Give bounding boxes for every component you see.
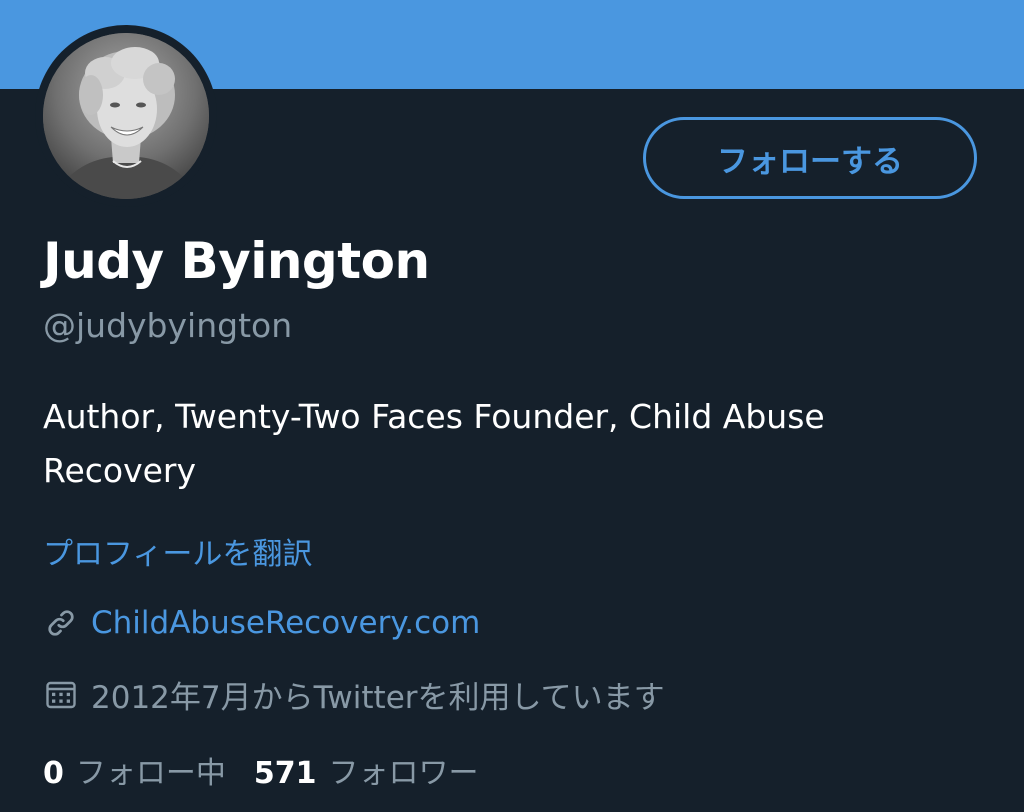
follow-button[interactable]: フォローする — [643, 117, 977, 199]
avatar-portrait — [43, 33, 209, 199]
following-label: フォロー中 — [75, 756, 226, 791]
avatar[interactable] — [43, 33, 209, 199]
profile-bio: Author, Twenty-Two Faces Founder, Child … — [43, 397, 825, 490]
following-count: 0 — [43, 756, 64, 791]
followers-count: 571 — [253, 756, 317, 791]
calendar-icon — [43, 677, 79, 713]
follow-stats: 0 フォロー中 571 フォロワー — [43, 748, 479, 792]
joined-date: 2012年7月からTwitterを利用しています — [91, 680, 665, 716]
profile-handle: @judybyington — [43, 306, 293, 345]
website-row: ChildAbuseRecovery.com — [43, 605, 480, 641]
translate-profile-link[interactable]: プロフィールを翻訳 — [43, 529, 312, 573]
profile-name: Judy Byington — [43, 232, 430, 290]
followers-link[interactable]: 571 フォロワー — [254, 748, 479, 792]
link-icon — [43, 605, 79, 641]
followers-label: フォロワー — [328, 756, 479, 791]
joined-row: 2012年7月からTwitterを利用しています — [43, 672, 665, 717]
website-link[interactable]: ChildAbuseRecovery.com — [91, 605, 480, 641]
following-link[interactable]: 0 フォロー中 — [43, 748, 226, 792]
